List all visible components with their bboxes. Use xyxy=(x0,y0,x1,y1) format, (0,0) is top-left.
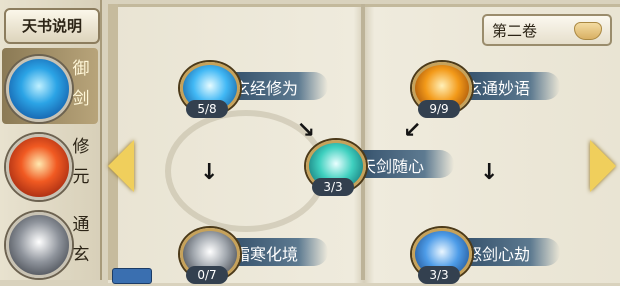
prev-page-arrow-icon[interactable] xyxy=(108,140,134,192)
tab-label: 御剑 xyxy=(72,59,90,109)
tab-tongxuan[interactable]: 通玄 xyxy=(2,204,98,280)
skill-level: 3/3 xyxy=(418,266,460,284)
silver-orb-icon xyxy=(6,212,72,278)
volume-label: 第二卷 xyxy=(492,22,538,40)
tab-label: 修元 xyxy=(72,137,90,187)
skill-level: 0/7 xyxy=(186,266,228,284)
red-orb-icon xyxy=(6,134,72,200)
book-help-button[interactable]: 天书说明 xyxy=(4,8,100,44)
blue-orb-icon xyxy=(6,56,72,122)
arrow-icon: ↓ xyxy=(200,160,219,185)
skill-level: 9/9 xyxy=(418,100,460,118)
tab-yujian[interactable]: 御剑 xyxy=(2,48,98,124)
volume-select[interactable]: 第二卷 xyxy=(482,14,612,46)
book-spine xyxy=(361,4,365,280)
arrow-icon: ↓ xyxy=(480,160,499,185)
skill-name: 玄通妙语 xyxy=(466,79,531,98)
sidebar: 天书说明 御剑 修元 通玄 xyxy=(0,0,102,280)
status-badge xyxy=(112,268,152,284)
skill-name: 天剑随心 xyxy=(360,157,425,176)
skill-level: 3/3 xyxy=(312,178,354,196)
tab-xiuyuan[interactable]: 修元 xyxy=(2,126,98,202)
skill-level: 5/8 xyxy=(186,100,228,118)
chevron-down-icon[interactable] xyxy=(574,22,602,40)
skill-name: 霜寒化境 xyxy=(234,245,299,264)
skill-name: 怒剑心劫 xyxy=(466,245,531,264)
next-page-arrow-icon[interactable] xyxy=(590,140,616,192)
skill-name: 玄经修为 xyxy=(234,79,299,98)
tab-label: 通玄 xyxy=(72,215,90,265)
